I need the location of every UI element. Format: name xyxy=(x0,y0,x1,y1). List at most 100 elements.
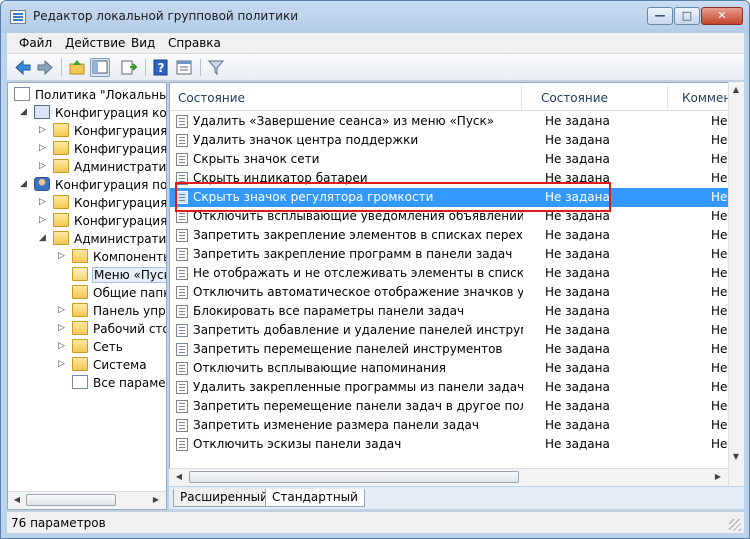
tree-item-computer-config[interactable]: ◢ Конфигурация комп xyxy=(8,104,166,122)
tree-item[interactable]: ▷ Конфигурация V xyxy=(8,140,166,158)
column-header-comment[interactable]: Коммен xyxy=(682,91,731,105)
maximize-button[interactable]: □ xyxy=(674,7,700,25)
expand-icon[interactable]: ▷ xyxy=(39,142,49,154)
collapse-icon[interactable]: ◢ xyxy=(20,106,30,118)
menu-file[interactable]: Файл xyxy=(19,36,52,50)
tree-item-root[interactable]: Политика "Локальный xyxy=(8,86,166,104)
tree-item-start-menu[interactable]: Меню «Пуск xyxy=(8,266,166,284)
list-vertical-scrollbar[interactable]: ▲ ▼ xyxy=(728,82,744,486)
setting-state: Не задана xyxy=(545,437,610,451)
column-header-name[interactable]: Состояние xyxy=(178,91,245,105)
list-item[interactable]: Запретить добавление и удаление панелей … xyxy=(170,321,743,340)
export-list-icon[interactable] xyxy=(119,58,139,77)
list-item[interactable]: Запретить изменение размера панели задач… xyxy=(170,416,743,435)
expand-icon[interactable]: ▷ xyxy=(58,322,68,334)
tree-item[interactable]: ▷ Административ xyxy=(8,158,166,176)
setting-state: Не задана xyxy=(545,114,610,128)
list-item[interactable]: Не отображать и не отслеживать элементы … xyxy=(170,264,743,283)
tree-item[interactable]: ▷ Рабочий сто xyxy=(8,320,166,338)
policy-setting-icon xyxy=(176,267,188,280)
scroll-down-icon[interactable]: ▼ xyxy=(729,450,743,464)
scroll-left-icon[interactable]: ◀ xyxy=(10,493,24,507)
tree-item[interactable]: Все параметр xyxy=(8,374,166,392)
scroll-left-icon[interactable]: ◀ xyxy=(172,470,186,484)
menu-help[interactable]: Справка xyxy=(168,36,221,50)
list-item[interactable]: Отключить эскизы панели задач Не задана Не xyxy=(170,435,743,454)
list-item[interactable]: Запретить закрепление элементов в списка… xyxy=(170,226,743,245)
tree-item-label: Система xyxy=(93,358,147,372)
filter-icon[interactable] xyxy=(206,58,226,77)
list-item[interactable]: Удалить значок центра поддержки Не задана… xyxy=(170,131,743,150)
scroll-right-icon[interactable]: ▶ xyxy=(711,470,725,484)
expand-icon[interactable]: ▷ xyxy=(39,124,49,136)
list-item[interactable]: Запретить закрепление программ в панели … xyxy=(170,245,743,264)
collapse-icon[interactable]: ◢ xyxy=(20,178,30,190)
minimize-button[interactable]: — xyxy=(647,7,673,25)
tab-standard[interactable]: Стандартный xyxy=(265,489,365,507)
list-item[interactable]: Отключить автоматическое отображение зна… xyxy=(170,283,743,302)
tree-item[interactable]: ▷ Конфигурация V xyxy=(8,212,166,230)
tree-horizontal-scrollbar[interactable]: ◀ ▶ xyxy=(8,491,166,509)
expand-icon[interactable]: ▷ xyxy=(58,340,68,352)
setting-name: Скрыть значок сети xyxy=(193,152,320,166)
expand-icon[interactable]: ▷ xyxy=(39,214,49,226)
setting-comment: Не xyxy=(711,114,728,128)
tree-item[interactable]: ◢ Административ xyxy=(8,230,166,248)
window-title: Редактор локальной групповой политики xyxy=(33,9,299,23)
tree-item-label: Панель упра xyxy=(93,304,167,318)
policy-icon xyxy=(14,87,30,101)
tree-item-user-config[interactable]: ◢ Конфигурация поль xyxy=(8,176,166,194)
collapse-icon[interactable]: ◢ xyxy=(39,232,49,244)
help-icon[interactable]: ? xyxy=(151,58,171,77)
back-icon[interactable] xyxy=(13,58,33,77)
list-item[interactable]: Запретить перемещение панелей инструмент… xyxy=(170,340,743,359)
tree-pane[interactable]: Политика "Локальный ◢ Конфигурация комп … xyxy=(7,82,167,510)
expand-icon[interactable]: ▷ xyxy=(58,250,68,262)
show-hide-tree-icon[interactable] xyxy=(90,58,110,77)
column-divider[interactable] xyxy=(667,85,668,109)
forward-icon[interactable] xyxy=(35,58,55,77)
tree-item[interactable]: ▷ Система xyxy=(8,356,166,374)
setting-state: Не задана xyxy=(545,247,610,261)
setting-comment: Не xyxy=(711,152,728,166)
tree-item[interactable]: ▷ Компоненты xyxy=(8,248,166,266)
column-divider[interactable] xyxy=(521,85,522,109)
scroll-right-icon[interactable]: ▶ xyxy=(149,493,163,507)
resize-grip-icon[interactable] xyxy=(729,519,741,531)
close-button[interactable]: ✕ xyxy=(701,7,743,25)
list-item[interactable]: Блокировать все параметры панели задач Не… xyxy=(170,302,743,321)
list-item[interactable]: Удалить закрепленные программы из панели… xyxy=(170,378,743,397)
policy-setting-icon xyxy=(176,248,188,261)
column-header-state[interactable]: Состояние xyxy=(541,91,608,105)
scroll-thumb[interactable] xyxy=(189,471,519,483)
list-item[interactable]: Удалить «Завершение сеанса» из меню «Пус… xyxy=(170,112,743,131)
setting-comment: Не xyxy=(711,171,728,185)
expand-icon[interactable]: ▷ xyxy=(39,160,49,172)
scroll-thumb[interactable] xyxy=(26,494,116,506)
list-item[interactable]: Скрыть значок сети Не задана Не xyxy=(170,150,743,169)
menu-view[interactable]: Вид xyxy=(131,36,155,50)
folder-icon xyxy=(53,159,69,173)
expand-icon[interactable]: ▷ xyxy=(58,358,68,370)
menu-action[interactable]: Действие xyxy=(65,36,125,50)
tree-item[interactable]: ▷ Панель упра xyxy=(8,302,167,320)
properties-icon[interactable] xyxy=(174,58,194,77)
tree-item[interactable]: Общие папк xyxy=(8,284,166,302)
tree-item[interactable]: ▷ Конфигурация п xyxy=(8,194,166,212)
list-horizontal-scrollbar[interactable]: ◀ ▶ xyxy=(169,468,728,486)
setting-comment: Не xyxy=(711,228,728,242)
up-folder-icon[interactable] xyxy=(67,58,87,77)
title-bar[interactable]: Редактор локальной групповой политики — … xyxy=(1,1,749,33)
toolbar-separator xyxy=(61,59,62,76)
tree-item[interactable]: ▷ Сеть xyxy=(8,338,166,356)
toolbar: ? xyxy=(7,54,744,81)
list-item[interactable]: Запретить перемещение панели задач в дру… xyxy=(170,397,743,416)
list-item[interactable]: Отключить всплывающие напоминания Не зада… xyxy=(170,359,743,378)
scroll-up-icon[interactable]: ▲ xyxy=(729,83,743,97)
settings-list[interactable]: Состояние Состояние Коммен Удалить «Заве… xyxy=(169,82,744,486)
expand-icon[interactable]: ▷ xyxy=(58,304,68,316)
tab-extended[interactable]: Расширенный xyxy=(173,489,275,507)
expand-icon[interactable]: ▷ xyxy=(39,196,49,208)
policy-setting-icon xyxy=(176,362,188,375)
tree-item[interactable]: ▷ Конфигурация п xyxy=(8,122,166,140)
